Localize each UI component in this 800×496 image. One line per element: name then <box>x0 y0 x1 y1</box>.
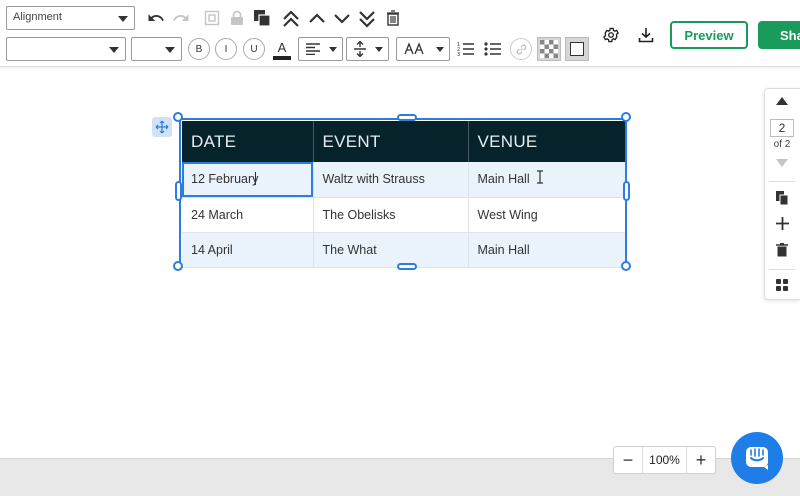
link-icon <box>516 44 526 54</box>
svg-text:3: 3 <box>457 52 460 57</box>
font-family-select[interactable] <box>6 37 126 61</box>
resize-handle-top-left[interactable] <box>173 112 183 122</box>
header-venue[interactable]: VENUE <box>468 121 625 162</box>
move-handle-icon[interactable] <box>152 117 172 137</box>
zoom-level[interactable]: 100% <box>642 447 687 473</box>
align-left-icon <box>306 43 320 55</box>
lock-icon[interactable] <box>228 8 246 28</box>
resize-handle-top-right[interactable] <box>621 112 631 122</box>
table-cell[interactable]: 14 April <box>182 232 314 268</box>
resize-handle-bottom[interactable] <box>397 263 417 270</box>
bold-label: B <box>195 43 203 55</box>
delete-page-icon[interactable] <box>765 243 799 257</box>
events-table[interactable]: DATE EVENT VENUE 12 February Waltz with … <box>179 118 627 268</box>
preview-button[interactable]: Preview <box>670 21 748 49</box>
page-number-input[interactable]: 2 <box>770 119 794 137</box>
table-cell[interactable]: Waltz with Strauss <box>313 162 469 198</box>
table-row: 12 February Waltz with Strauss Main Hall <box>182 162 625 198</box>
chevron-down-icon <box>118 16 128 22</box>
italic-label: I <box>224 43 228 55</box>
resize-handle-bottom-left[interactable] <box>173 261 183 271</box>
checkerboard-icon <box>540 40 558 58</box>
transparency-button[interactable] <box>537 37 561 61</box>
download-icon[interactable] <box>636 25 656 45</box>
chevron-down-icon <box>109 47 119 53</box>
bold-button[interactable]: B <box>188 38 210 60</box>
font-color-swatch <box>273 55 291 60</box>
alignment-select[interactable]: Alignment <box>6 6 135 30</box>
chevron-down-icon <box>329 47 337 52</box>
send-backward-icon[interactable] <box>332 8 352 28</box>
chat-button[interactable] <box>731 432 783 484</box>
duplicate-page-icon[interactable] <box>765 191 799 205</box>
text-align-select[interactable] <box>298 37 343 61</box>
table-cell[interactable]: Main Hall <box>468 232 625 268</box>
zoom-controls: − 100% + <box>613 446 716 474</box>
text-transform-select[interactable] <box>396 37 450 61</box>
font-size-select[interactable] <box>131 37 182 61</box>
bullet-list-icon[interactable] <box>483 38 503 60</box>
resize-handle-top[interactable] <box>397 114 417 121</box>
cell-text: 12 February <box>191 172 259 187</box>
share-button[interactable]: Sha <box>758 21 800 49</box>
header-date[interactable]: DATE <box>182 121 314 162</box>
table-cell[interactable]: West Wing <box>468 197 625 233</box>
letter-spacing-icon <box>404 42 424 55</box>
preview-label: Preview <box>684 27 734 43</box>
table-row: 14 April The What Main Hall <box>182 232 625 268</box>
text-caret <box>255 172 257 186</box>
line-spacing-select[interactable] <box>346 37 389 61</box>
font-color-button[interactable]: A <box>271 38 293 62</box>
header-event[interactable]: EVENT <box>313 121 469 162</box>
page-total: of 2 <box>773 139 791 150</box>
underline-label: U <box>250 43 258 55</box>
gear-icon[interactable] <box>601 25 621 45</box>
border-swatch <box>570 42 584 56</box>
line-spacing-icon <box>354 41 366 57</box>
chevron-down-icon <box>375 47 383 52</box>
redo-icon[interactable] <box>171 8 191 28</box>
font-color-label: A <box>277 39 287 55</box>
undo-icon[interactable] <box>146 8 166 28</box>
trash-icon[interactable] <box>384 8 402 28</box>
table-row: 24 March The Obelisks West Wing <box>182 197 625 233</box>
table-cell[interactable]: The What <box>313 232 469 268</box>
chat-icon <box>746 447 768 470</box>
border-color-button[interactable] <box>565 37 589 61</box>
grid-view-icon[interactable] <box>765 279 799 291</box>
zoom-out-button[interactable]: − <box>614 447 642 473</box>
divider <box>769 181 795 182</box>
link-button[interactable] <box>510 38 532 60</box>
group-icon[interactable] <box>202 8 222 28</box>
bring-to-front-icon[interactable] <box>281 8 301 30</box>
chevron-down-icon <box>165 47 175 53</box>
resize-handle-bottom-right[interactable] <box>621 261 631 271</box>
table-cell-active[interactable]: 12 February <box>182 162 314 198</box>
alignment-select-value: Alignment <box>13 11 62 23</box>
page-down-icon[interactable] <box>765 159 799 167</box>
page-up-icon[interactable] <box>765 97 799 105</box>
text-cursor-icon <box>536 170 544 187</box>
underline-button[interactable]: U <box>243 38 265 60</box>
divider <box>769 269 795 270</box>
bring-forward-icon[interactable] <box>307 8 327 28</box>
send-to-back-icon[interactable] <box>357 8 377 30</box>
table-header-row: DATE EVENT VENUE <box>182 121 625 162</box>
chevron-down-icon <box>436 47 444 52</box>
duplicate-icon[interactable] <box>252 8 272 28</box>
numbered-list-icon[interactable]: 123 <box>456 38 476 60</box>
italic-button[interactable]: I <box>215 38 237 60</box>
zoom-in-button[interactable]: + <box>687 447 715 473</box>
events-table-grid: DATE EVENT VENUE 12 February Waltz with … <box>182 121 625 268</box>
table-cell[interactable]: Main Hall <box>468 162 625 198</box>
editor-toolbar: Alignment B I U A 1 2 3 Preview Sh <box>0 0 800 67</box>
page-navigator: 2 of 2 <box>764 88 800 300</box>
table-cell[interactable]: 24 March <box>182 197 314 233</box>
share-label: Sha <box>780 27 800 43</box>
add-page-icon[interactable] <box>765 217 799 230</box>
table-cell[interactable]: The Obelisks <box>313 197 469 233</box>
resize-handle-left[interactable] <box>175 181 182 201</box>
resize-handle-right[interactable] <box>623 181 630 201</box>
